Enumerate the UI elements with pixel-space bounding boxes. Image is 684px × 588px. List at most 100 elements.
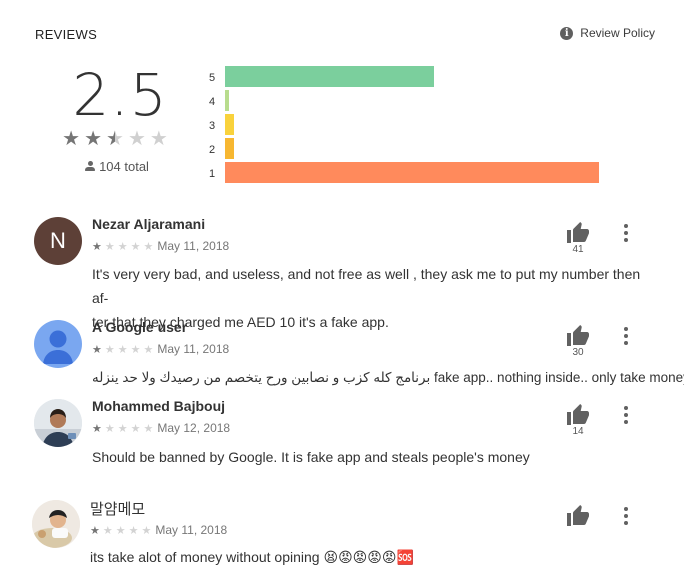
empty-star-icon: ★ xyxy=(117,241,128,253)
review-stars: ★ ★ ★ ★ ★ xyxy=(92,421,156,435)
empty-star-icon: ★ xyxy=(143,241,154,253)
total-ratings-label: 104 total xyxy=(99,159,149,174)
profile-photo xyxy=(34,399,82,447)
average-stars: ★ ★ ★ ★ ★ xyxy=(50,129,180,149)
profile-photo xyxy=(32,500,80,548)
helpful-count: 41 xyxy=(572,244,584,255)
empty-star-icon: ★ xyxy=(143,344,154,356)
histogram-bar xyxy=(225,90,229,111)
total-ratings: 104 total xyxy=(54,159,180,174)
review-text-line: Should be banned by Google. It is fake a… xyxy=(92,449,530,465)
helpful-button[interactable] xyxy=(564,504,592,526)
review-meta: ★ ★ ★ ★ ★ May 11, 2018 xyxy=(92,342,229,356)
thumbs-up-icon xyxy=(567,404,589,425)
empty-star-icon: ★ xyxy=(141,525,152,537)
empty-star-icon: ★ xyxy=(104,423,115,435)
star-icon: ★ xyxy=(92,241,102,253)
avatar[interactable] xyxy=(34,320,82,368)
histogram-label: 5 xyxy=(209,72,216,84)
info-icon: i xyxy=(560,26,574,40)
half-star-icon: ★ xyxy=(106,128,124,150)
more-options-icon[interactable] xyxy=(621,406,631,424)
review-stars: ★ ★ ★ ★ ★ xyxy=(92,239,156,253)
review-date: May 11, 2018 xyxy=(157,342,230,356)
histogram-bar xyxy=(225,114,234,135)
empty-star-icon: ★ xyxy=(143,423,154,435)
avatar[interactable]: N xyxy=(34,217,82,265)
star-icon: ★ xyxy=(90,525,100,537)
helpful-count: 14 xyxy=(572,426,584,437)
review-text: its take alot of money without opining 😫… xyxy=(90,545,650,569)
review-date: May 12, 2018 xyxy=(157,421,231,435)
thumbs-up-icon xyxy=(567,222,589,243)
review-meta: ★ ★ ★ ★ ★ May 11, 2018 xyxy=(92,239,229,253)
review-text-line: برنامج كله كزب و نصابين ورح يتخصم من رصي… xyxy=(92,370,684,385)
helpful-button[interactable]: 30 xyxy=(564,324,592,358)
rating-summary: 2.5 ★ ★ ★ ★ ★ 104 total xyxy=(50,62,180,174)
review-item: N Nezar Aljaramani ★ ★ ★ ★ ★ May 11, 2018 It… xyxy=(34,216,654,330)
more-options-icon[interactable] xyxy=(621,507,631,525)
review-item: A Google user ★ ★ ★ ★ ★ May 11, 2018 برنامج … xyxy=(34,319,684,390)
reviewer-name: 말얌메모 xyxy=(90,500,146,518)
empty-star-icon: ★ xyxy=(115,525,126,537)
empty-star-icon: ★ xyxy=(104,241,115,253)
star-icon: ★ xyxy=(62,128,81,150)
empty-star-icon: ★ xyxy=(128,525,139,537)
avatar[interactable] xyxy=(34,399,82,447)
review-text: Should be banned by Google. It is fake a… xyxy=(92,445,652,469)
review-policy-label: Review Policy xyxy=(580,26,655,40)
empty-star-icon: ★ xyxy=(117,423,128,435)
review-text-line: It's very very bad, and useless, and not… xyxy=(92,266,641,306)
helpful-button[interactable]: 41 xyxy=(564,221,592,255)
review-date: May 11, 2018 xyxy=(155,523,228,537)
review-item: Mohammed Bajbouj ★ ★ ★ ★ ★ May 12, 2018 Shou… xyxy=(34,398,654,471)
histogram-row-1: 1 xyxy=(205,162,625,186)
histogram-row-3: 3 xyxy=(205,114,625,138)
reviewer-name: Nezar Aljaramani xyxy=(92,216,206,232)
histogram-row-2: 2 xyxy=(205,138,625,162)
histogram-label: 1 xyxy=(209,168,216,180)
empty-star-icon: ★ xyxy=(130,344,141,356)
empty-star-icon: ★ xyxy=(130,423,141,435)
review-text: برنامج كله كزب و نصابين ورح يتخصم من رصي… xyxy=(92,366,684,390)
rating-histogram: 5 4 3 2 1 xyxy=(205,66,625,186)
review-stars: ★ ★ ★ ★ ★ xyxy=(90,523,154,537)
histogram-bar xyxy=(225,66,434,87)
star-icon: ★ xyxy=(84,128,103,150)
histogram-bar xyxy=(225,162,599,183)
avatar[interactable] xyxy=(32,500,80,548)
empty-star-icon: ★ xyxy=(102,525,113,537)
reviewer-name: Mohammed Bajbouj xyxy=(92,398,226,414)
thumbs-up-icon xyxy=(567,325,589,346)
empty-star-icon: ★ xyxy=(149,128,168,150)
star-icon: ★ xyxy=(92,344,102,356)
histogram-label: 2 xyxy=(209,144,216,156)
average-rating: 2.5 xyxy=(72,61,168,129)
reviewer-name: A Google user xyxy=(92,319,188,335)
review-meta: ★ ★ ★ ★ ★ May 12, 2018 xyxy=(92,421,230,435)
histogram-bar xyxy=(225,138,234,159)
histogram-row-5: 5 xyxy=(205,66,625,90)
helpful-button[interactable]: 14 xyxy=(564,403,592,437)
histogram-row-4: 4 xyxy=(205,90,625,114)
more-options-icon[interactable] xyxy=(621,224,631,242)
review-policy-link[interactable]: i Review Policy xyxy=(560,26,655,40)
histogram-label: 4 xyxy=(209,96,216,108)
empty-star-icon: ★ xyxy=(117,344,128,356)
empty-star-icon: ★ xyxy=(127,128,146,150)
thumbs-up-icon xyxy=(567,505,589,526)
more-options-icon[interactable] xyxy=(621,327,631,345)
star-icon: ★ xyxy=(92,423,102,435)
review-date: May 11, 2018 xyxy=(157,239,230,253)
empty-star-icon: ★ xyxy=(104,344,115,356)
reviews-heading: REVIEWS xyxy=(35,27,98,42)
avatar-initial: N xyxy=(50,228,66,253)
person-icon xyxy=(85,161,96,172)
histogram-label: 3 xyxy=(209,120,216,132)
review-stars: ★ ★ ★ ★ ★ xyxy=(92,342,156,356)
review-item: 말얌메모 ★ ★ ★ ★ ★ May 11, 2018 its take alot of… xyxy=(32,500,652,570)
empty-star-icon: ★ xyxy=(130,241,141,253)
review-meta: ★ ★ ★ ★ ★ May 11, 2018 xyxy=(90,523,227,537)
review-text-line: its take alot of money without opining 😫… xyxy=(90,549,414,565)
helpful-count: 30 xyxy=(572,347,584,358)
